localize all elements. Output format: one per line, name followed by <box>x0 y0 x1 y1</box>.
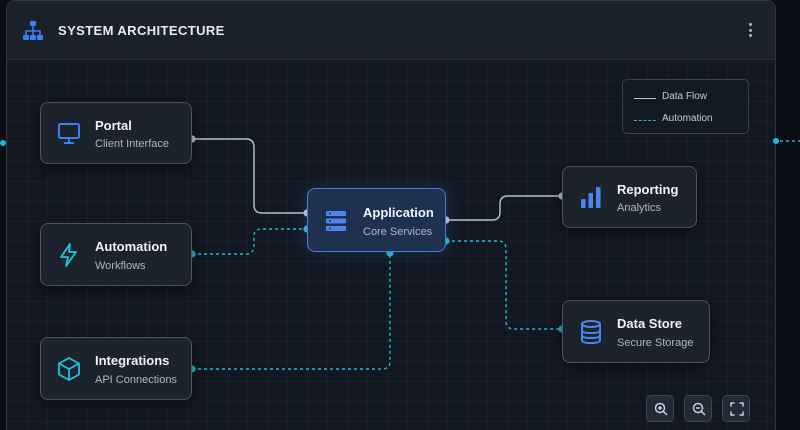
node-portal[interactable]: Portal Client Interface <box>40 102 192 164</box>
node-subtitle: Analytics <box>617 202 662 214</box>
edge-portal-application <box>192 138 307 214</box>
edge-integrations-application <box>192 253 391 370</box>
fit-screen-button[interactable] <box>722 395 750 422</box>
node-subtitle: Secure Storage <box>617 337 694 349</box>
cube-icon <box>58 357 80 381</box>
bar-chart-icon <box>581 187 601 208</box>
node-application[interactable]: Application Core Services <box>307 188 446 252</box>
fit-screen-icon <box>730 402 744 416</box>
zoom-out-button[interactable] <box>684 395 712 422</box>
zoom-in-button[interactable] <box>646 395 674 422</box>
legend-automation-label: Automation <box>662 113 713 124</box>
node-subtitle: Workflows <box>95 260 146 272</box>
zoom-out-icon <box>692 402 706 416</box>
zoom-in-icon <box>654 402 668 416</box>
database-icon <box>581 320 601 345</box>
legend: Data Flow Automation <box>622 79 749 134</box>
node-subtitle: Core Services <box>363 226 433 238</box>
node-title: Data Store <box>617 316 683 331</box>
node-subtitle: Client Interface <box>95 138 169 150</box>
legend-data-flow-label: Data Flow <box>662 91 708 102</box>
node-title: Automation <box>95 239 168 254</box>
node-subtitle: API Connections <box>95 374 177 386</box>
node-title: Integrations <box>95 353 170 368</box>
legend-automation-line <box>634 120 656 121</box>
server-icon <box>326 211 346 231</box>
node-reporting[interactable]: Reporting Analytics <box>562 166 697 228</box>
lightning-icon <box>60 243 77 267</box>
edge-automation-application <box>192 228 307 255</box>
edge-application-reporting <box>446 195 562 221</box>
node-automation[interactable]: Automation Workflows <box>40 223 192 286</box>
architecture-canvas: SYSTEM ARCHITECTURE Data Flow Automation… <box>0 0 800 430</box>
node-title: Application <box>363 205 434 220</box>
offscreen-port-left <box>0 140 6 146</box>
monitor-icon <box>58 123 80 144</box>
edge-application-datastore <box>446 240 562 330</box>
node-title: Portal <box>95 118 132 133</box>
offscreen-port-right <box>773 138 779 144</box>
node-integrations[interactable]: Integrations API Connections <box>40 337 192 400</box>
node-datastore[interactable]: Data Store Secure Storage <box>562 300 710 363</box>
legend-data-flow-line <box>634 98 656 99</box>
node-title: Reporting <box>617 182 679 197</box>
